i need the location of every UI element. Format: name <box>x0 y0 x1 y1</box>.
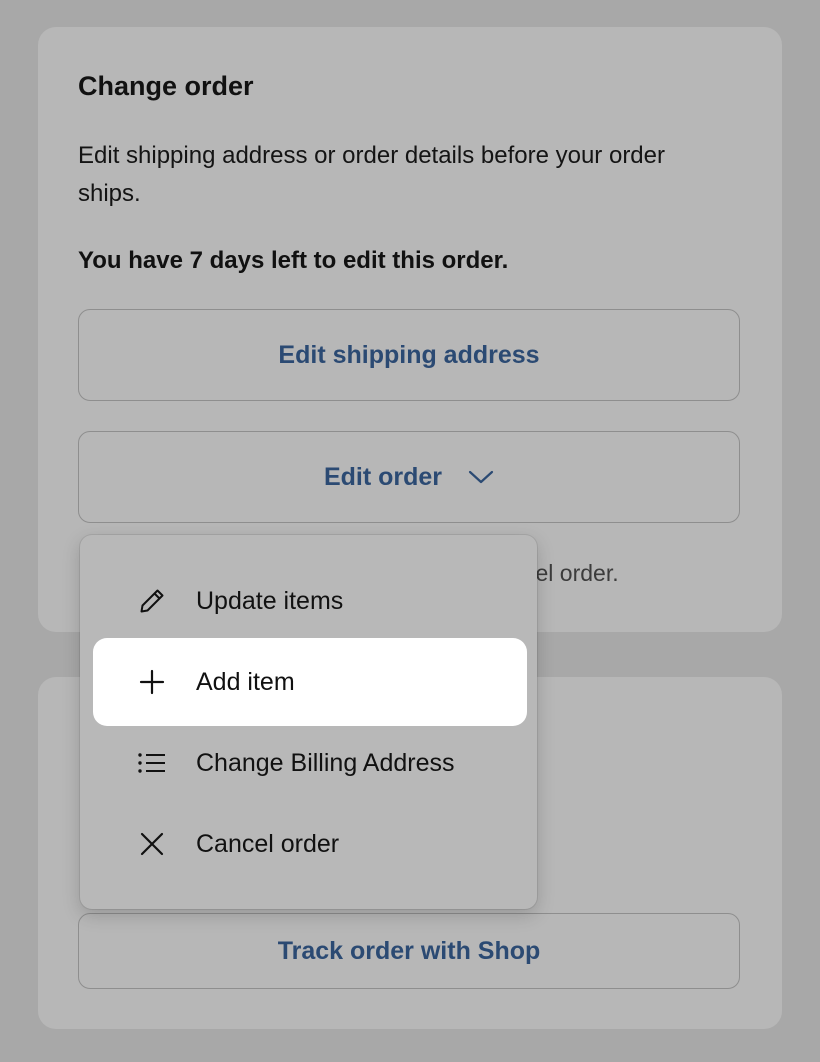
days-left-notice: You have 7 days left to edit this order. <box>78 247 509 274</box>
track-order-button[interactable]: Track order with Shop <box>78 913 740 989</box>
menu-item-cancel-order[interactable]: Cancel order <box>93 800 527 888</box>
cancel-order-note-text: cel order. <box>524 560 619 586</box>
plus-icon <box>135 665 169 699</box>
edit-order-dropdown-menu: Update items Add item Change Billing Add… <box>80 535 537 909</box>
track-order-label: Track order with Shop <box>277 936 541 965</box>
edit-shipping-address-button[interactable]: Edit shipping address <box>78 309 740 401</box>
edit-order-label: Edit order <box>323 462 443 491</box>
menu-item-change-billing-address[interactable]: Change Billing Address <box>93 719 527 807</box>
menu-item-label: Cancel order <box>196 829 340 858</box>
pencil-icon <box>135 584 169 618</box>
close-icon <box>135 827 169 861</box>
menu-item-label: Change Billing Address <box>196 748 455 777</box>
change-order-description: Edit shipping address or order details b… <box>78 142 665 207</box>
menu-item-label: Update items <box>196 586 344 615</box>
chevron-down-icon <box>468 469 494 485</box>
edit-shipping-address-label: Edit shipping address <box>278 340 540 369</box>
list-icon <box>135 746 169 780</box>
menu-item-update-items[interactable]: Update items <box>93 557 527 645</box>
change-order-title: Change order <box>78 71 254 101</box>
menu-item-label: Add item <box>196 667 295 696</box>
edit-order-button[interactable]: Edit order <box>78 431 740 523</box>
menu-item-add-item[interactable]: Add item <box>93 638 527 726</box>
